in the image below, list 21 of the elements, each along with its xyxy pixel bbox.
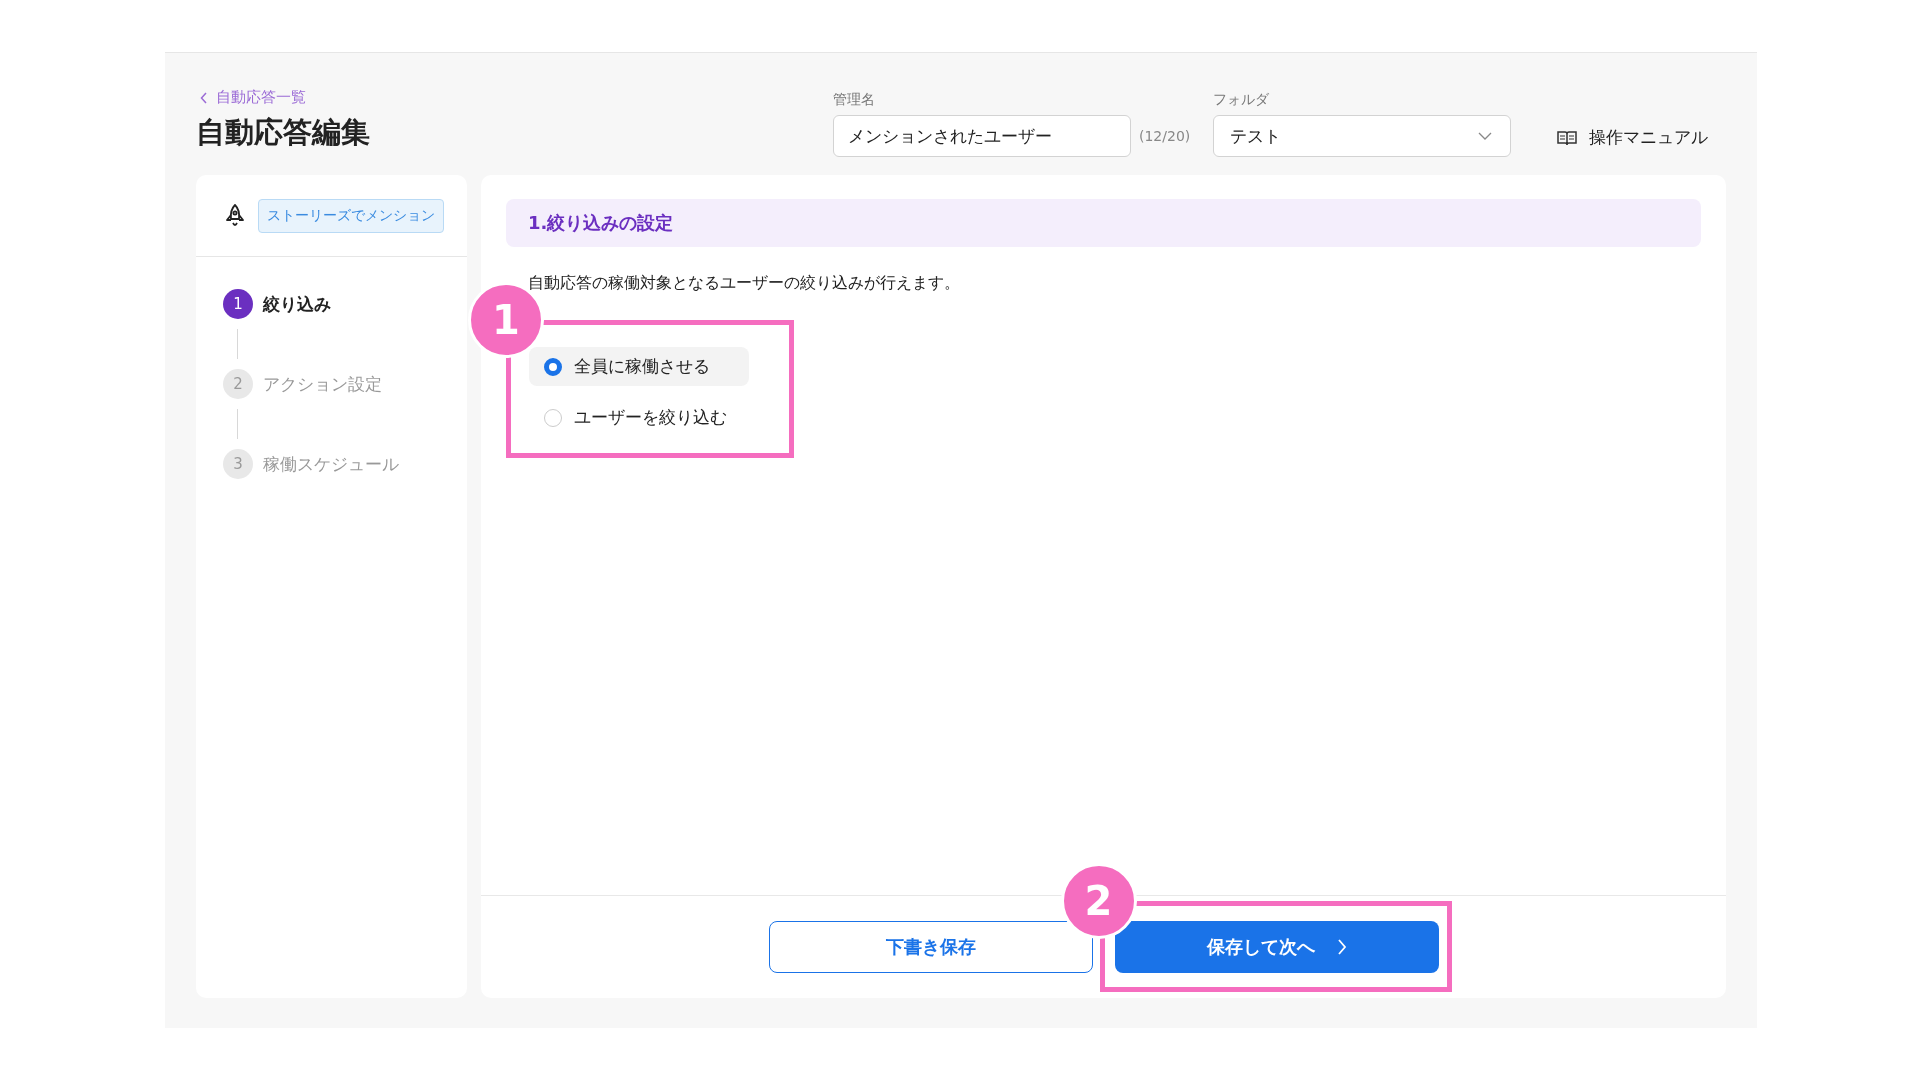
chevron-left-icon: [200, 91, 208, 104]
chevron-down-icon: [1478, 132, 1492, 140]
back-link[interactable]: 自動応答一覧: [200, 88, 370, 107]
step-item[interactable]: 1 絞り込み: [223, 289, 331, 319]
trigger-tag: ストーリーズでメンション: [258, 198, 444, 233]
page-title: 自動応答編集: [196, 114, 370, 151]
character-counter: (12/20): [1139, 128, 1191, 144]
save-draft-button[interactable]: 下書き保存: [768, 921, 1093, 973]
chevron-right-icon: [1336, 939, 1347, 955]
book-icon: [1557, 129, 1577, 146]
manual-link[interactable]: 操作マニュアル: [1557, 126, 1708, 149]
section-heading: 1.絞り込みの設定: [506, 199, 1701, 247]
field-label: 管理名: [833, 91, 876, 109]
name-input-field[interactable]: メンションされたユーザー: [833, 115, 1131, 157]
radio-option[interactable]: 全員に稼働させる: [529, 347, 749, 386]
folder-dropdown[interactable]: テスト: [1213, 115, 1511, 157]
annotation-number-badge: 2: [1060, 863, 1137, 939]
save-and-next-button[interactable]: 保存して次へ: [1114, 921, 1439, 973]
field-label: フォルダ: [1213, 91, 1270, 109]
rocket-icon: [224, 202, 246, 229]
radio-option[interactable]: ユーザーを絞り込む: [529, 398, 749, 437]
